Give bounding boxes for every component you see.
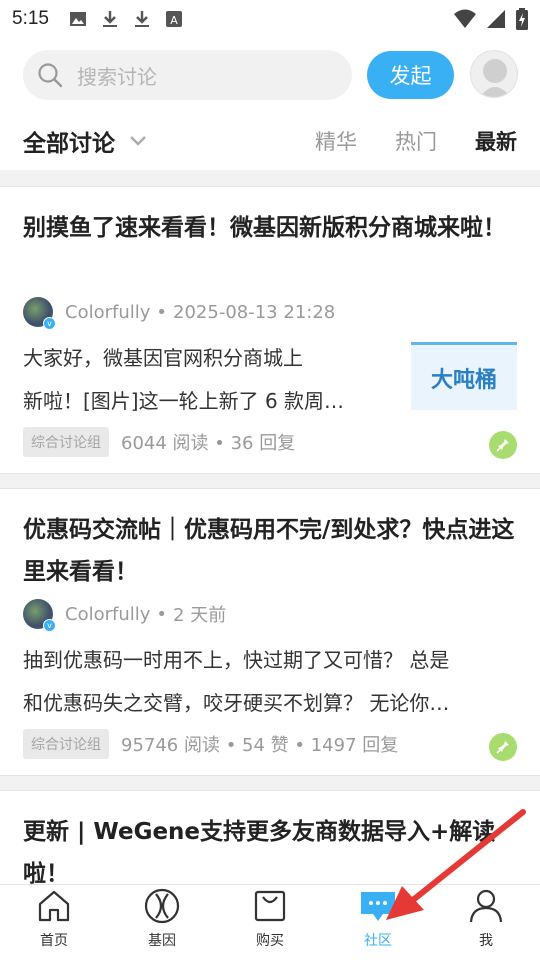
author-avatar[interactable]: v: [23, 297, 56, 330]
font-app-icon: A: [165, 11, 182, 27]
post-excerpt: 抽到优惠码一时用不上，快过期了又可惜？ 总是 和优惠码失之交臂，咬牙硬买不划算？…: [23, 639, 449, 725]
post-meta: v Colorfully • 2025-08-13 21:28: [23, 297, 336, 330]
post-card[interactable]: 优惠码交流帖｜优惠码用不完/到处求？快点进这里来看看！ v Colorfully…: [0, 488, 540, 776]
category-tag[interactable]: 综合讨论组: [23, 729, 109, 759]
all-discussions-label: 全部讨论: [23, 131, 115, 157]
nav-label: 首页: [40, 933, 68, 949]
nav-label: 我: [479, 933, 493, 949]
post-time: 2025-08-13 21:28: [173, 301, 336, 323]
nav-me[interactable]: 我: [432, 885, 540, 960]
nav-label: 基因: [148, 933, 176, 949]
verified-badge-icon: v: [43, 317, 56, 330]
author-avatar[interactable]: v: [23, 599, 56, 632]
excerpt-line: 大家好，微基因官网积分商城上: [23, 346, 303, 370]
user-icon: [469, 889, 503, 923]
post-time: 2 天前: [173, 605, 227, 626]
excerpt-line: 新啦！[图片]这一轮上新了 6 款周…: [23, 389, 345, 413]
home-icon: [38, 890, 70, 922]
post-thumbnail[interactable]: 大吨桶: [411, 342, 517, 410]
search-placeholder: 搜索讨论: [77, 64, 157, 89]
chevron-down-icon: [130, 136, 146, 146]
post-footer: 综合讨论组 6044 阅读 • 36 回复: [23, 427, 295, 457]
post-meta: v Colorfully • 2 天前: [23, 599, 227, 632]
author-name[interactable]: Colorfully: [65, 604, 150, 625]
search-input[interactable]: 搜索讨论: [23, 50, 352, 100]
post-footer: 综合讨论组 95746 阅读 • 54 赞 • 1497 回复: [23, 729, 398, 759]
post-title: 优惠码交流帖｜优惠码用不完/到处求？快点进这里来看看！: [23, 517, 515, 585]
header: 搜索讨论 发起 全部讨论 精华 热门 最新: [0, 38, 540, 170]
post-feed: 别摸鱼了速来看看！微基因新版积分商城来啦！ v Colorfully • 202…: [0, 172, 540, 950]
post-stats: 95746 阅读 • 54 赞 • 1497 回复: [121, 735, 399, 756]
bottom-nav: 首页 基因 购买 社区 我: [0, 884, 540, 960]
chat-bubble-icon: [361, 892, 395, 921]
all-discussions-dropdown[interactable]: 全部讨论: [23, 124, 147, 158]
nav-home[interactable]: 首页: [0, 885, 108, 960]
launch-button[interactable]: 发起: [367, 51, 454, 99]
avatar[interactable]: [470, 50, 518, 98]
nav-label: 购买: [256, 933, 284, 949]
signal-icon: [487, 10, 505, 28]
post-title: 别摸鱼了速来看看！微基因新版积分商城来啦！: [23, 215, 506, 241]
nav-buy[interactable]: 购买: [216, 885, 324, 960]
filter-row: 全部讨论 精华 热门 最新: [0, 118, 540, 160]
verified-badge-icon: v: [43, 619, 56, 632]
download-icon: [134, 11, 149, 27]
battery-icon: [516, 8, 528, 30]
nav-community[interactable]: 社区: [324, 885, 432, 960]
post-card[interactable]: 别摸鱼了速来看看！微基因新版积分商城来啦！ v Colorfully • 202…: [0, 186, 540, 474]
tab-latest[interactable]: 最新: [475, 126, 517, 156]
nav-label: 社区: [364, 933, 392, 949]
status-time: 5:15: [12, 8, 49, 29]
post-title: 更新 | WeGene支持更多友商数据导入+解读啦！: [23, 819, 496, 887]
status-bar: 5:15 A: [0, 0, 540, 38]
author-name[interactable]: Colorfully: [65, 302, 150, 323]
tab-hot[interactable]: 热门: [395, 126, 437, 156]
download-icon: [102, 11, 117, 27]
gene-icon: [144, 888, 180, 924]
gallery-icon: [69, 12, 86, 26]
excerpt-line: 抽到优惠码一时用不上，快过期了又可惜？ 总是: [23, 648, 450, 672]
shopping-bag-icon: [254, 890, 286, 922]
svg-text:A: A: [170, 14, 178, 27]
wifi-icon: [454, 9, 476, 28]
nav-gene[interactable]: 基因: [108, 885, 216, 960]
post-stats: 6044 阅读 • 36 回复: [121, 433, 296, 454]
pin-icon: [489, 431, 517, 459]
category-tag[interactable]: 综合讨论组: [23, 427, 109, 457]
search-icon: [38, 63, 63, 88]
excerpt-line: 和优惠码失之交臂，咬牙硬买不划算？ 无论你…: [23, 691, 450, 715]
tab-featured[interactable]: 精华: [315, 126, 357, 156]
thumbnail-text: 大吨桶: [430, 367, 497, 393]
pin-icon: [489, 733, 517, 761]
user-silhouette-icon: [479, 59, 511, 97]
post-excerpt: 大家好，微基因官网积分商城上 新啦！[图片]这一轮上新了 6 款周…: [23, 337, 344, 423]
